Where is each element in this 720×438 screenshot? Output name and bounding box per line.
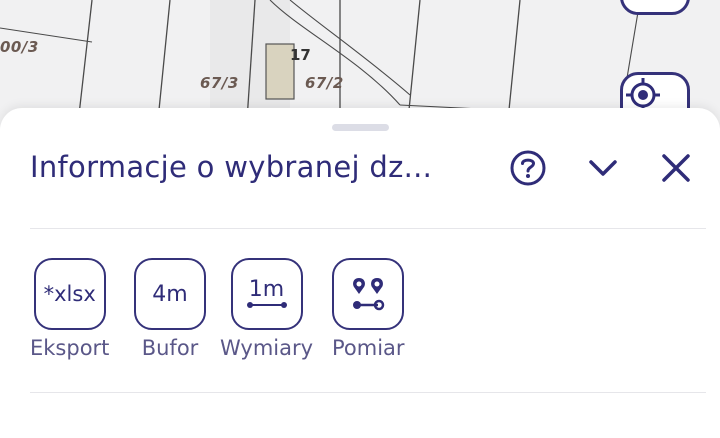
divider (30, 228, 706, 229)
tool-export[interactable]: *xlsx Eksport (30, 258, 109, 360)
close-icon (662, 154, 690, 182)
building-number: 17 (290, 46, 311, 64)
collapse-button[interactable] (583, 148, 623, 188)
buffer-icon: 4m (134, 258, 206, 330)
map-control-button[interactable] (620, 0, 690, 15)
tool-measure[interactable]: Pomiar (332, 258, 405, 360)
close-button[interactable] (656, 148, 696, 188)
xlsx-export-icon: *xlsx (33, 258, 106, 330)
drag-handle[interactable] (332, 124, 389, 131)
dimensions-icon: 1m (230, 258, 303, 330)
help-button[interactable] (508, 148, 548, 188)
parcel-label: 00/3 (0, 38, 39, 56)
parcel-info-panel: Informacje o wybranej dz... *xlsx Ekspor… (0, 108, 720, 438)
dimension-line-icon (246, 302, 287, 308)
tool-label: Eksport (30, 336, 110, 360)
parcel-label: 67/2 (305, 74, 344, 92)
tool-dimensions[interactable]: 1m Wymiary (220, 258, 313, 360)
tool-label: Wymiary (220, 336, 314, 360)
measure-pins-icon (332, 258, 405, 330)
help-icon (510, 150, 546, 186)
tool-label: Pomiar (332, 336, 405, 360)
tool-label: Bufor (141, 336, 199, 360)
tool-buffer[interactable]: 4m Bufor (134, 258, 206, 360)
divider (30, 392, 706, 393)
chevron-down-icon (589, 160, 617, 176)
parcel-label: 67/3 (200, 74, 239, 92)
panel-title: Informacje o wybranej dz... (30, 150, 433, 184)
